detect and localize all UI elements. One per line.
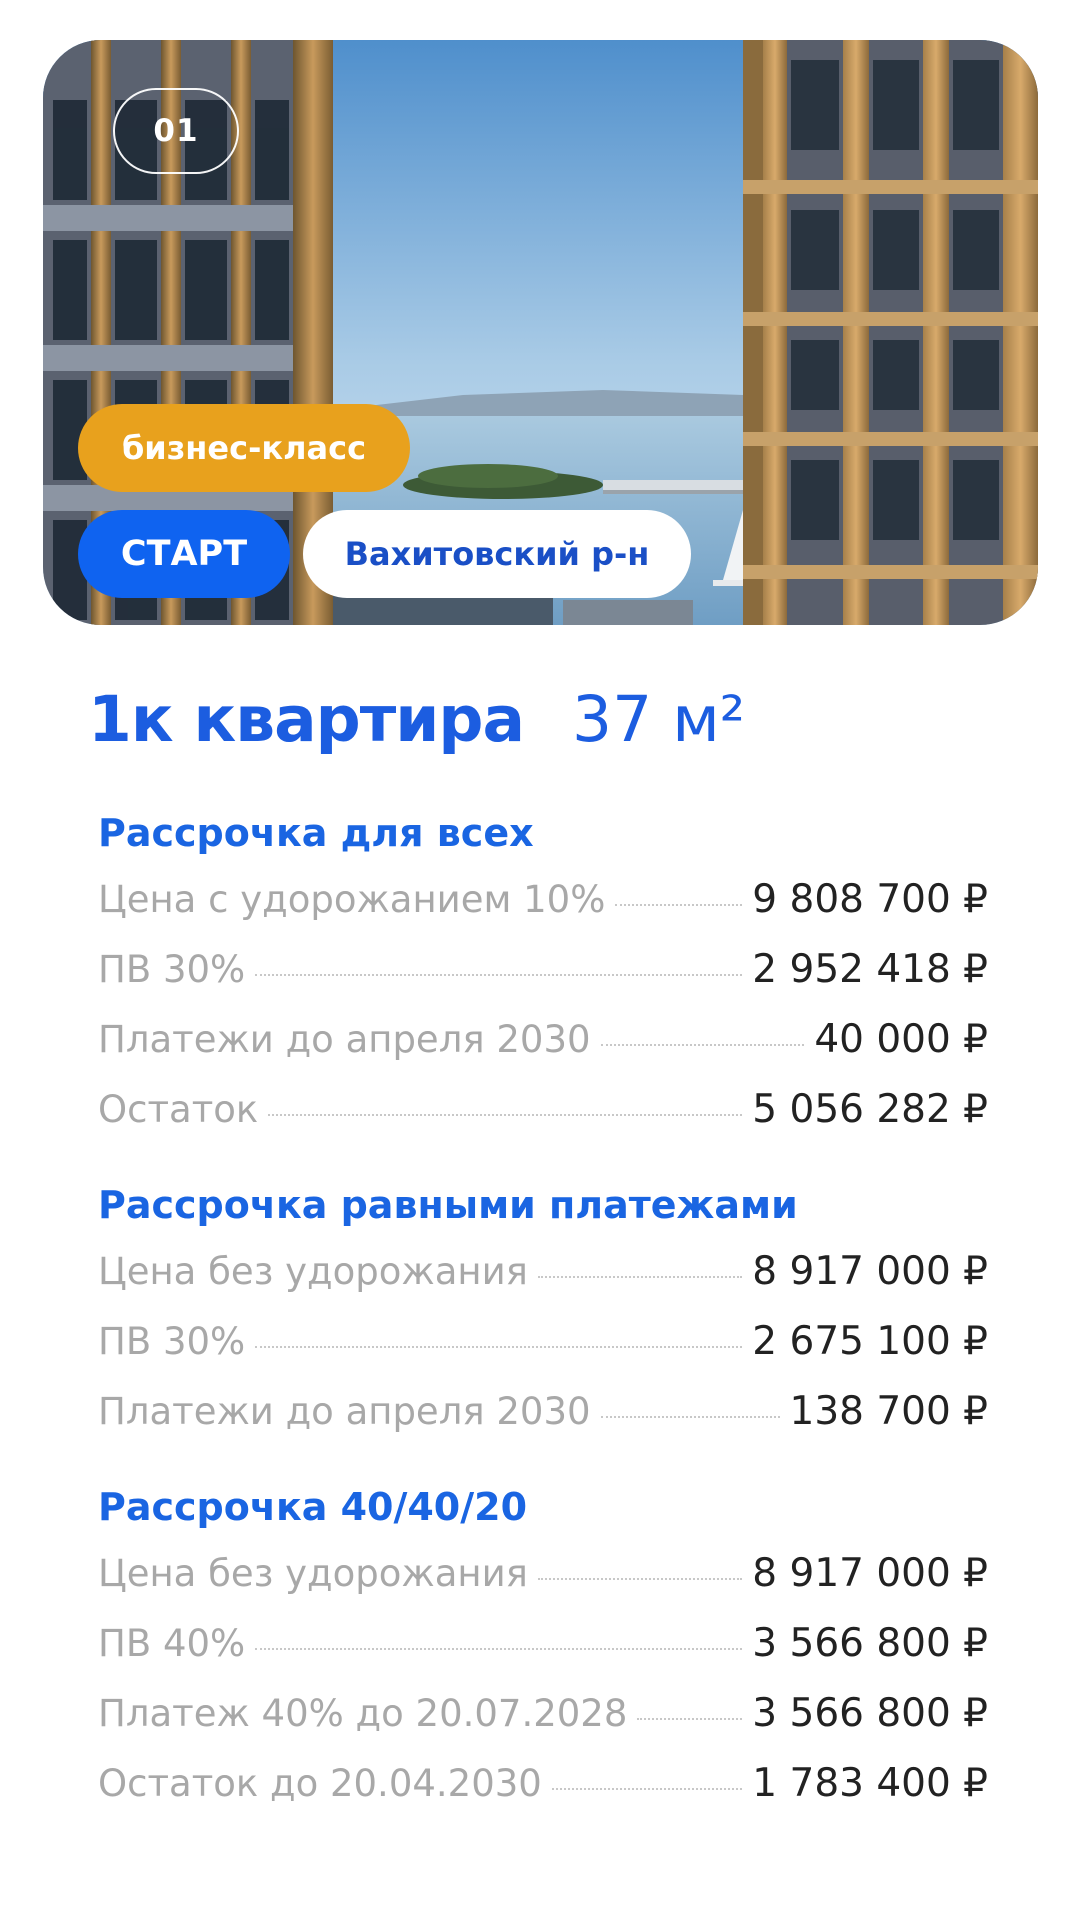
row-value: 40 000 ₽ <box>814 1017 988 1062</box>
price-row: Остаток 5 056 282 ₽ <box>98 1082 988 1138</box>
dotted-leader <box>637 1717 743 1720</box>
row-label: Платежи до апреля 2030 <box>98 1390 591 1433</box>
price-row: ПВ 30% 2 675 100 ₽ <box>98 1314 988 1370</box>
section-title-installment-all: Рассрочка для всех <box>98 811 534 855</box>
row-label: Цена с удорожанием 10% <box>98 878 606 921</box>
row-value: 2 952 418 ₽ <box>752 947 988 992</box>
row-label: Платежи до апреля 2030 <box>98 1018 591 1061</box>
class-tag: бизнес-класс <box>78 404 410 492</box>
dotted-leader <box>255 973 743 976</box>
dotted-leader <box>255 1345 743 1348</box>
price-row: Цена без удорожания 8 917 000 ₽ <box>98 1244 988 1300</box>
slide-number-badge: 01 <box>113 88 239 174</box>
row-label: Цена без удорожания <box>98 1250 528 1293</box>
apartment-type: 1к квартира <box>88 683 525 756</box>
row-value: 2 675 100 ₽ <box>752 1319 988 1364</box>
price-row: Цена с удорожанием 10% 9 808 700 ₽ <box>98 872 988 928</box>
price-row: Платеж 40% до 20.07.2028 3 566 800 ₽ <box>98 1686 988 1742</box>
dotted-leader <box>537 1577 743 1580</box>
row-label: ПВ 30% <box>98 948 246 991</box>
dotted-leader <box>615 903 743 906</box>
row-value: 8 917 000 ₽ <box>752 1551 988 1596</box>
district-tag: Вахитовский р-н <box>303 510 691 598</box>
row-label: Остаток <box>98 1088 259 1131</box>
page: 01 бизнес-класс СТАРТ Вахитовский р-н 1к… <box>0 0 1080 1920</box>
row-label: ПВ 40% <box>98 1622 246 1665</box>
row-label: Цена без удорожания <box>98 1552 528 1595</box>
row-value: 9 808 700 ₽ <box>752 877 988 922</box>
dotted-leader <box>600 1043 805 1046</box>
row-value: 138 700 ₽ <box>789 1389 989 1434</box>
start-tag: СТАРТ <box>78 510 290 598</box>
row-label: ПВ 30% <box>98 1320 246 1363</box>
price-row: Платежи до апреля 2030 138 700 ₽ <box>98 1384 988 1440</box>
section-title-equal-payments: Рассрочка равными платежами <box>98 1183 798 1227</box>
dotted-leader <box>537 1275 743 1278</box>
row-value: 5 056 282 ₽ <box>752 1087 988 1132</box>
row-label: Платеж 40% до 20.07.2028 <box>98 1692 628 1735</box>
dotted-leader <box>255 1647 743 1650</box>
dotted-leader <box>551 1787 743 1790</box>
price-row: ПВ 40% 3 566 800 ₽ <box>98 1616 988 1672</box>
price-row: Платежи до апреля 2030 40 000 ₽ <box>98 1012 988 1068</box>
dotted-leader <box>268 1113 743 1116</box>
apartment-title: 1к квартира 37 м² <box>88 680 745 760</box>
dotted-leader <box>600 1415 780 1418</box>
row-label: Остаток до 20.04.2030 <box>98 1762 542 1805</box>
apartment-area: 37 м² <box>572 683 746 756</box>
price-row: Цена без удорожания 8 917 000 ₽ <box>98 1546 988 1602</box>
row-value: 3 566 800 ₽ <box>752 1621 988 1666</box>
price-row: ПВ 30% 2 952 418 ₽ <box>98 942 988 998</box>
row-value: 8 917 000 ₽ <box>752 1249 988 1294</box>
row-value: 3 566 800 ₽ <box>752 1691 988 1736</box>
section-title-40-40-20: Рассрочка 40/40/20 <box>98 1485 528 1529</box>
row-value: 1 783 400 ₽ <box>752 1761 988 1806</box>
hero-image-card[interactable]: 01 бизнес-класс СТАРТ Вахитовский р-н <box>43 40 1038 625</box>
price-row: Остаток до 20.04.2030 1 783 400 ₽ <box>98 1756 988 1812</box>
